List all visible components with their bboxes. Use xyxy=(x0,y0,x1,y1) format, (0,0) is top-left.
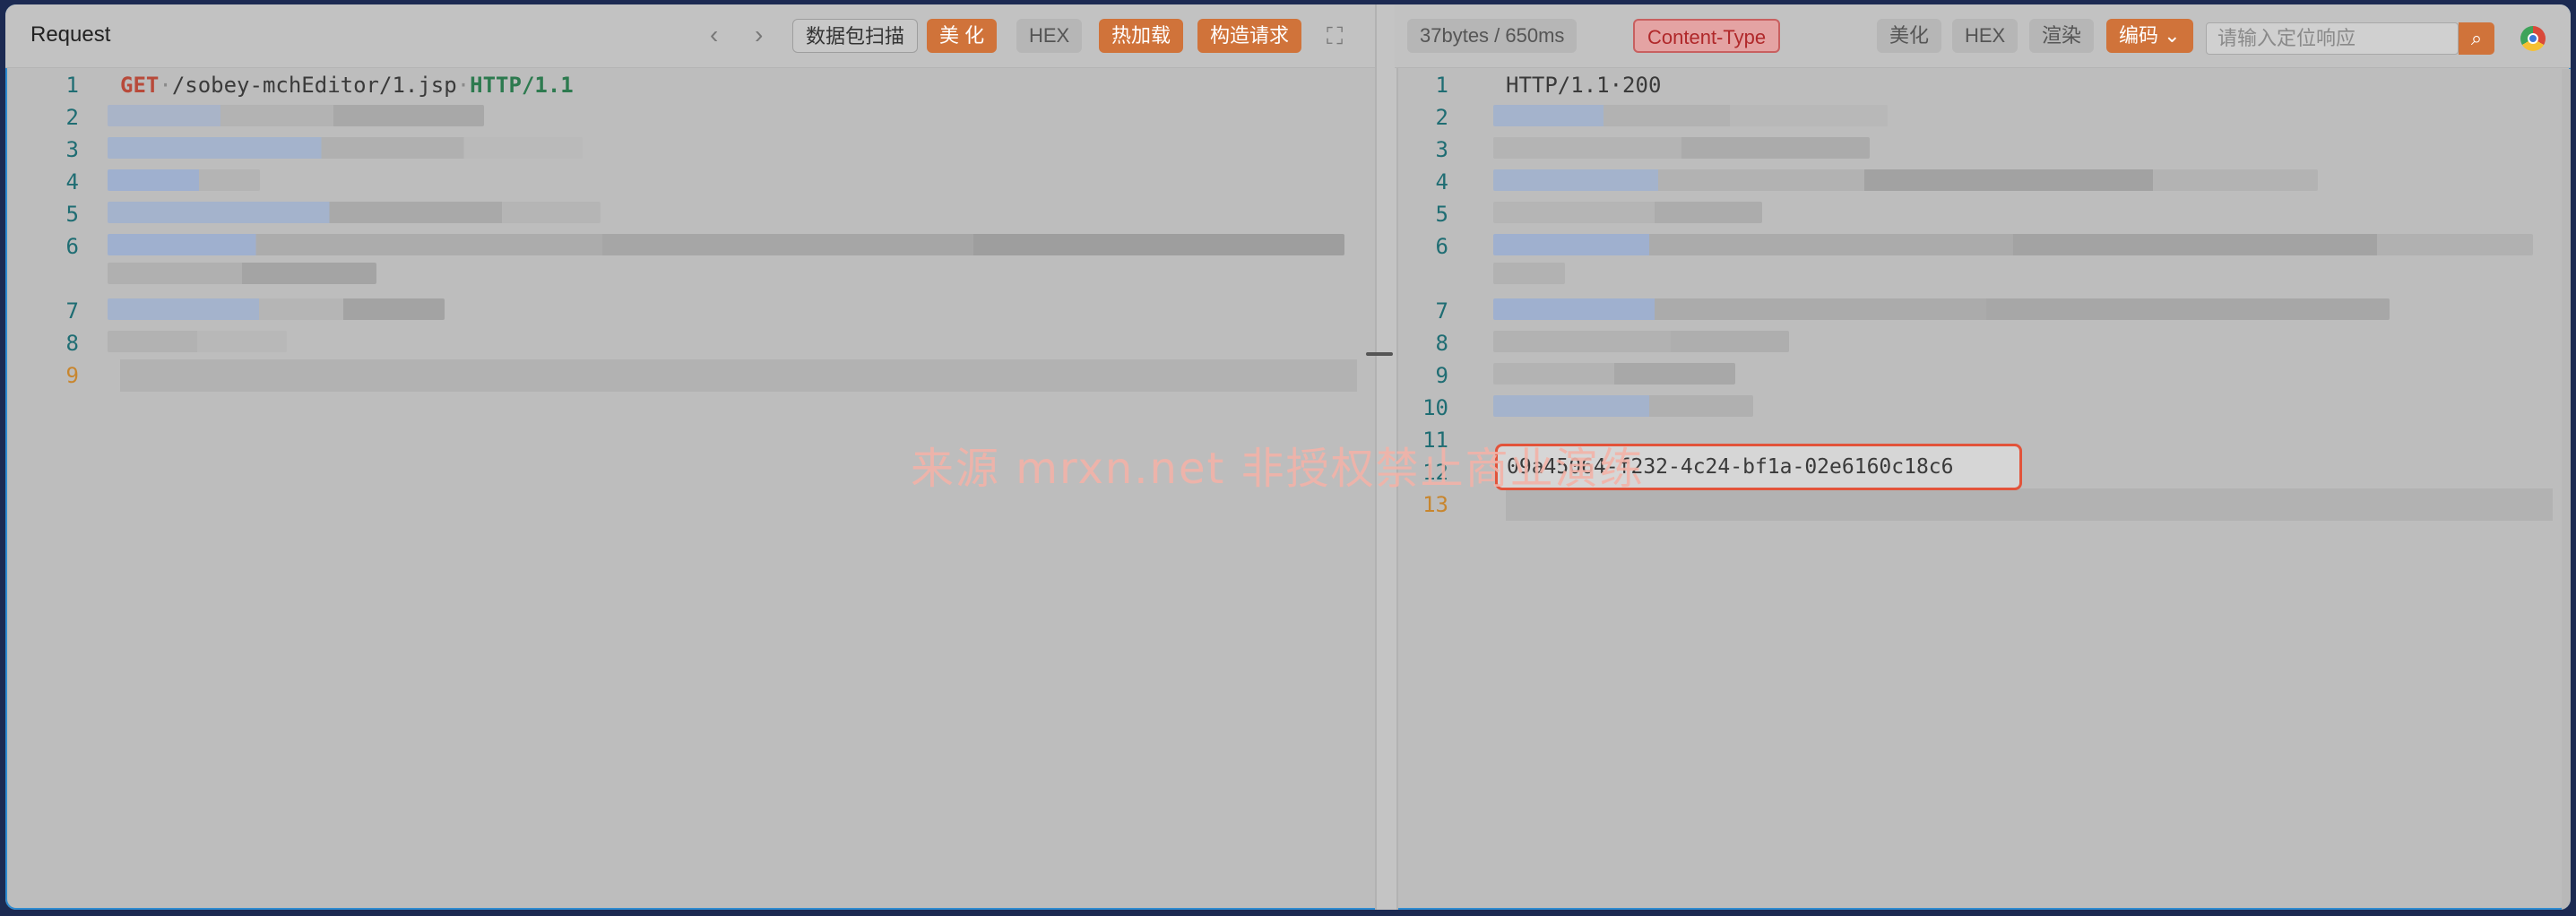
beautify-button[interactable]: 美 化 xyxy=(927,19,998,53)
request-line: GET·/sobey-mchEditor/1.jsp·HTTP/1.1 xyxy=(120,73,574,98)
status-line: HTTP/1.1·200 xyxy=(1506,73,1662,98)
current-line-highlight xyxy=(120,359,1357,392)
chrome-icon[interactable] xyxy=(2520,26,2546,51)
line-number: 7 xyxy=(65,298,79,324)
http-method: GET xyxy=(120,73,160,98)
current-line-highlight xyxy=(1506,488,2553,521)
redacted-header xyxy=(108,137,583,159)
line-number: 7 xyxy=(1435,298,1448,324)
line-number: 10 xyxy=(1422,395,1448,420)
chevron-left-icon[interactable]: ‹ xyxy=(710,21,718,49)
response-beautify-button[interactable]: 美化 xyxy=(1877,19,1942,53)
response-hex-button[interactable]: HEX xyxy=(1952,19,2018,53)
redacted-header xyxy=(1493,263,1565,284)
line-number: 6 xyxy=(1435,234,1448,259)
search-icon[interactable]: ⌕ xyxy=(2459,22,2494,55)
redacted-header xyxy=(1493,137,1870,159)
packet-scan-button[interactable]: 数据包扫描 xyxy=(792,19,919,53)
line-number: 9 xyxy=(1435,363,1448,388)
redacted-header xyxy=(108,234,1344,255)
redacted-header xyxy=(1493,298,2390,320)
redacted-header xyxy=(108,263,376,284)
redacted-header xyxy=(108,331,287,352)
line-number: 1 xyxy=(1435,73,1448,98)
line-number: 6 xyxy=(65,234,79,259)
line-number: 2 xyxy=(1435,105,1448,130)
response-toolbar: 37bytes / 650ms Content-Type 美化 HEX 渲染 编… xyxy=(1395,4,2571,68)
watermark: 来源 mrxn.net 非授权禁止商业演练 xyxy=(911,444,1645,494)
line-number: 3 xyxy=(1435,137,1448,162)
line-number: 5 xyxy=(65,202,79,227)
encode-label: 编码 xyxy=(2119,24,2159,47)
request-path: /sobey-mchEditor/1.jsp xyxy=(171,73,457,98)
expand-icon[interactable]: ⛶ xyxy=(1327,22,1343,51)
render-button[interactable]: 渲染 xyxy=(2029,19,2095,53)
line-number: 2 xyxy=(65,105,79,130)
redacted-header xyxy=(1493,395,1753,417)
line-number-current: 9 xyxy=(65,363,79,388)
request-toolbar: Request ‹ › 数据包扫描 美 化 HEX 热加载 构造请求 ⛶ xyxy=(5,4,1375,68)
vertical-scrollbar[interactable] xyxy=(2562,69,2571,910)
http-protocol: HTTP/1.1 xyxy=(470,73,574,98)
locate-response-input[interactable]: 请输入定位响应 xyxy=(2206,22,2459,55)
line-number: 1 xyxy=(65,73,79,98)
stats-badge: 37bytes / 650ms xyxy=(1407,19,1578,53)
line-number: 5 xyxy=(1435,202,1448,227)
request-title: Request xyxy=(30,22,111,47)
line-number: 4 xyxy=(1435,169,1448,194)
line-number: 8 xyxy=(65,331,79,356)
chevron-right-icon[interactable]: › xyxy=(755,21,763,49)
line-number: 8 xyxy=(1435,331,1448,356)
redacted-header xyxy=(1493,234,2533,255)
hot-load-button[interactable]: 热加载 xyxy=(1099,19,1184,53)
line-number-current: 13 xyxy=(1422,492,1448,517)
redacted-header xyxy=(108,298,445,320)
splitter-grip[interactable] xyxy=(1366,352,1393,356)
redacted-header xyxy=(1493,202,1762,223)
redacted-header xyxy=(1493,105,1888,126)
line-number: 3 xyxy=(65,137,79,162)
app-window: Request ‹ › 数据包扫描 美 化 HEX 热加载 构造请求 ⛶ 1 2… xyxy=(5,4,2571,910)
line-number: 4 xyxy=(65,169,79,194)
hex-button[interactable]: HEX xyxy=(1016,19,1083,53)
redacted-header xyxy=(1493,363,1735,385)
content-type-tag[interactable]: Content-Type xyxy=(1633,19,1781,53)
redacted-header xyxy=(108,202,601,223)
encode-dropdown[interactable]: 编码 ⌄ xyxy=(2106,19,2193,53)
chevron-down-icon: ⌄ xyxy=(2164,24,2181,47)
construct-request-button[interactable]: 构造请求 xyxy=(1197,19,1302,53)
redacted-header xyxy=(108,105,484,126)
redacted-header xyxy=(1493,331,1789,352)
redacted-header xyxy=(1493,169,2318,191)
redacted-header xyxy=(108,169,260,191)
